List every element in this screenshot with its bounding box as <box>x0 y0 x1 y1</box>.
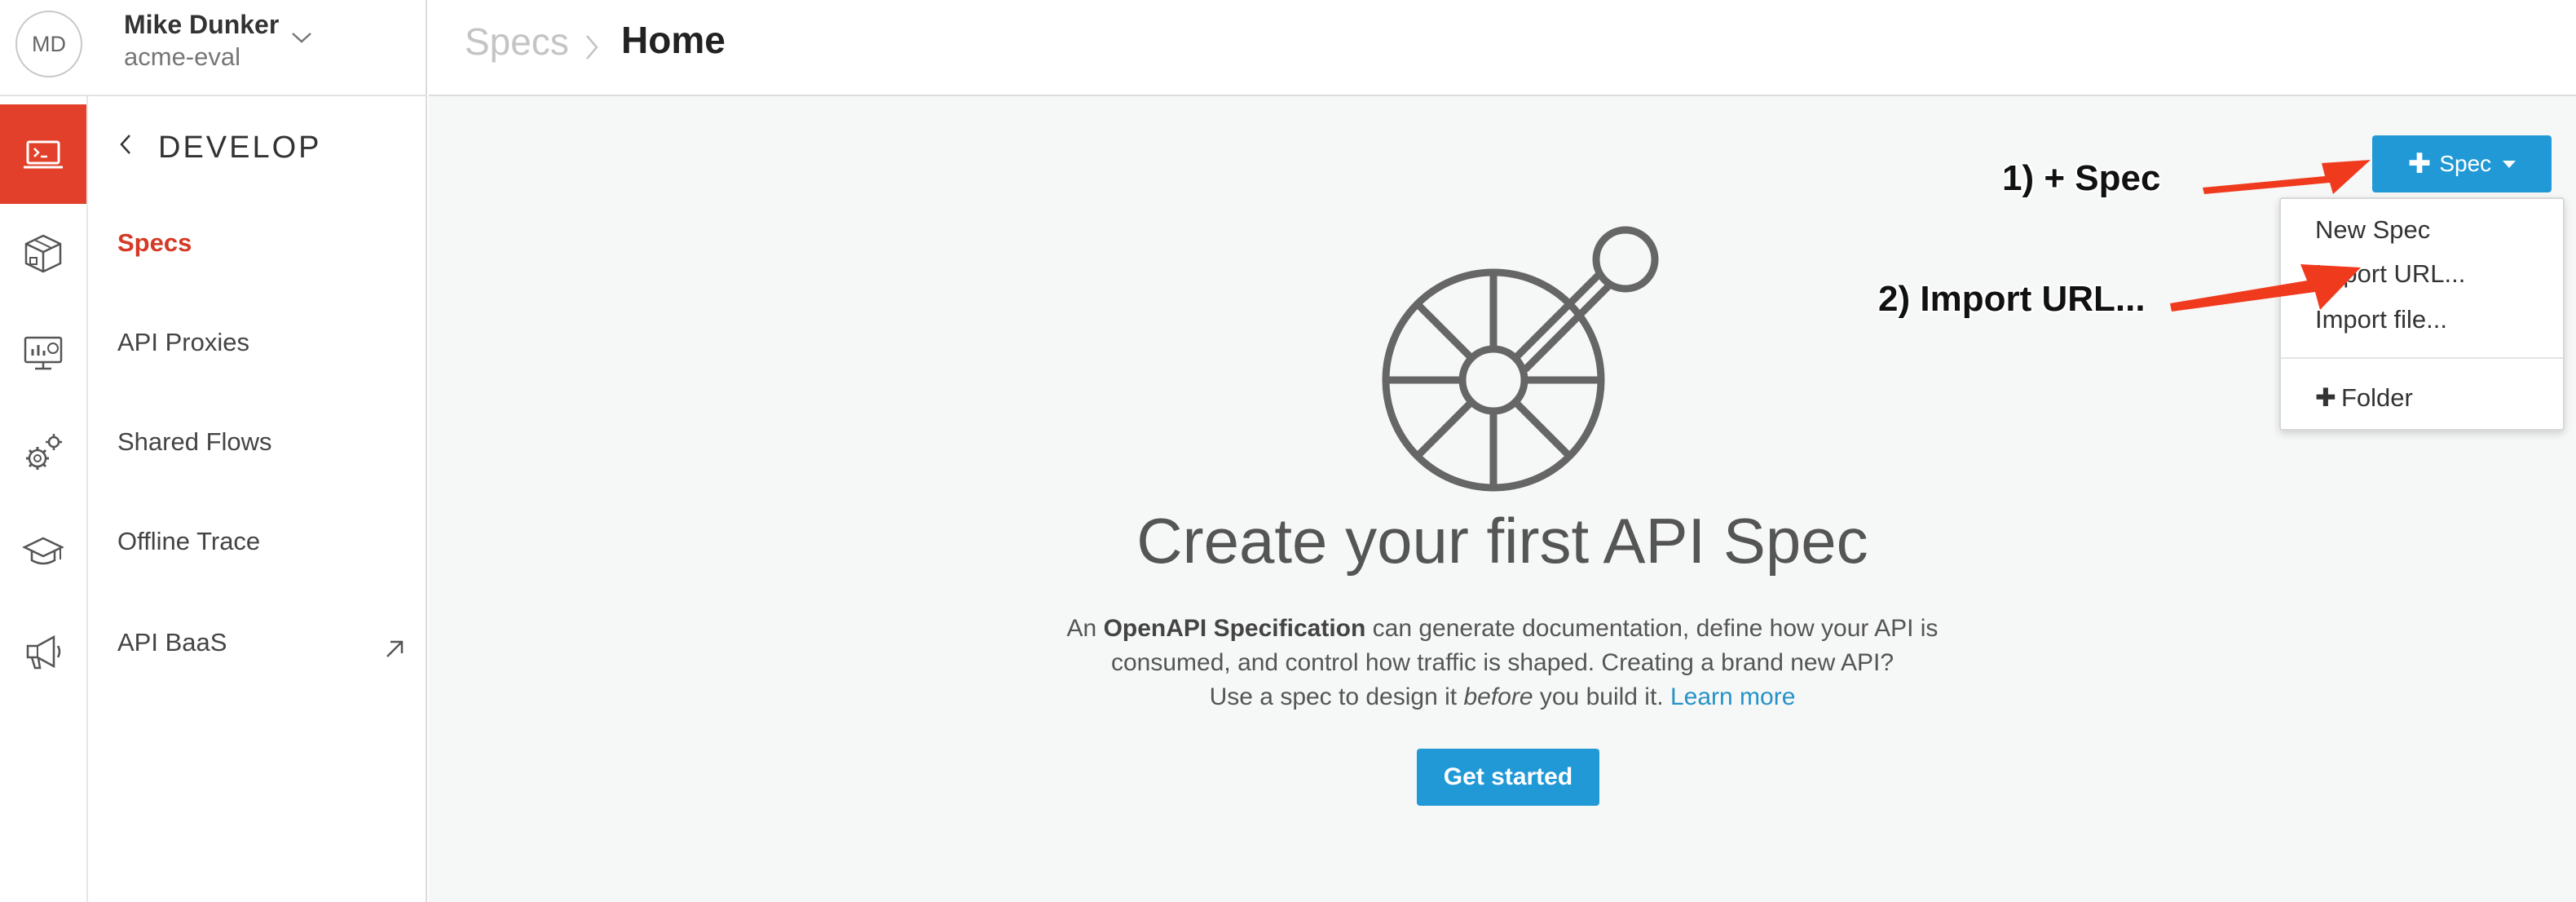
chevron-down-icon[interactable] <box>290 29 313 46</box>
body-text: Use a spec to design it <box>1209 683 1464 710</box>
icon-rail <box>0 96 88 902</box>
menu-item-new-spec[interactable]: New Spec <box>2315 215 2430 245</box>
learn-icon <box>22 537 64 565</box>
body-text: can generate documentation, define how y… <box>1365 615 1939 642</box>
rail-develop[interactable] <box>0 104 86 204</box>
external-link-icon <box>386 640 404 657</box>
plus-icon: ✚ <box>2315 383 2336 412</box>
nav-item-specs[interactable]: Specs <box>117 228 192 258</box>
publish-icon <box>24 234 62 273</box>
annotation-arrow-2 <box>2170 264 2361 312</box>
user-org: acme-eval <box>124 42 240 71</box>
develop-nav: DEVELOP Specs API Proxies Shared Flows O… <box>88 96 427 902</box>
user-name: Mike Dunker <box>124 10 280 39</box>
nav-item-api-proxies[interactable]: API Proxies <box>117 328 249 357</box>
menu-item-folder-label: Folder <box>2340 383 2413 412</box>
add-spec-button[interactable]: ✚ Spec <box>2372 135 2552 192</box>
annotation-step-2: 2) Import URL... <box>1878 279 2146 319</box>
body-italic-text: before <box>1463 683 1533 710</box>
page-title: Home <box>621 19 726 61</box>
nav-item-offline-trace[interactable]: Offline Trace <box>117 527 260 556</box>
admin-icon <box>26 434 62 470</box>
breadcrumb-parent-link[interactable]: Specs <box>465 20 569 64</box>
rail-publish[interactable] <box>0 204 86 303</box>
empty-state-body: An OpenAPI Specification can generate do… <box>429 612 2576 714</box>
menu-divider <box>2281 357 2563 359</box>
rail-learn[interactable] <box>0 502 86 602</box>
nav-item-shared-flows[interactable]: Shared Flows <box>117 427 272 457</box>
add-spec-label: Spec <box>2439 151 2492 176</box>
annotation-arrow-1 <box>2203 160 2371 194</box>
body-bold-text: OpenAPI Specification <box>1103 615 1366 642</box>
rail-analyze[interactable] <box>0 303 86 403</box>
chevron-left-icon[interactable] <box>117 132 134 157</box>
user-area[interactable]: MD Mike Dunker acme-eval <box>0 0 427 96</box>
empty-state-title: Create your first API Spec <box>1136 505 1868 577</box>
analyze-icon <box>24 336 63 370</box>
nav-item-api-baas[interactable]: API BaaS <box>117 628 227 657</box>
develop-icon <box>24 140 63 169</box>
rail-announce[interactable] <box>0 602 86 701</box>
announce-icon <box>26 634 61 670</box>
annotation-step-1: 1) + Spec <box>2002 158 2161 198</box>
avatar[interactable]: MD <box>15 11 82 77</box>
body-text: An <box>1066 615 1104 642</box>
breadcrumb: Specs Home <box>429 0 2576 96</box>
get-started-button[interactable]: Get started <box>1417 749 1599 806</box>
plus-icon: ✚ <box>2407 148 2432 179</box>
caret-down-icon <box>2503 160 2516 168</box>
chevron-right-icon <box>586 35 598 60</box>
api-spec-illustration-icon <box>1382 226 1659 492</box>
rail-admin[interactable] <box>0 403 86 502</box>
body-text: you build it. <box>1533 683 1670 710</box>
main-content: ✚ Spec New Spec Import URL... Import fil… <box>429 96 2576 902</box>
body-text: consumed, and control how traffic is sha… <box>1110 649 1894 676</box>
menu-item-folder[interactable]: ✚ Folder <box>2315 383 2413 413</box>
nav-heading[interactable]: DEVELOP <box>158 130 322 166</box>
learn-more-link[interactable]: Learn more <box>1670 683 1795 710</box>
